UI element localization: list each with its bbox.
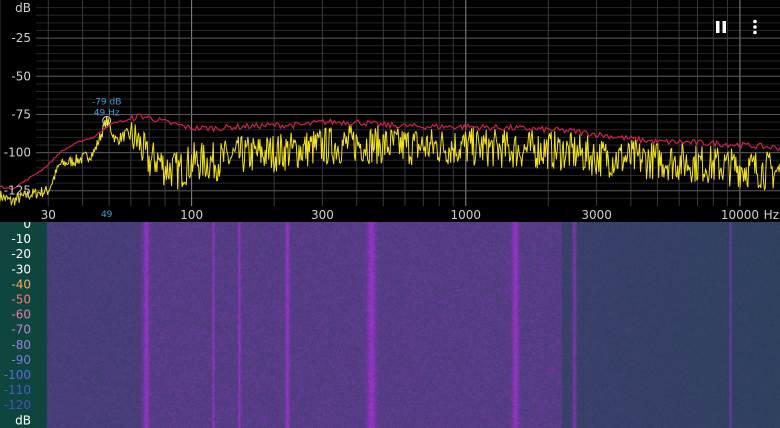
db-scale-label: -110 [4,383,31,397]
y-tick-label: -75 [11,107,31,121]
overflow-menu-button[interactable] [742,14,768,40]
peak-axis-label: 49 [101,210,113,220]
x-tick-label: 1000 [451,208,482,222]
peak-level-label: -79 dB [92,98,121,108]
x-tick-label: 30 [41,208,56,222]
db-scale-label: -100 [4,368,31,382]
spectrogram-db-scale: 0-10-20-30-40 -50-60-70-80-90-100-110-120… [4,222,31,427]
x-tick-label: 100 [180,208,203,222]
db-scale-label: -40 [11,277,31,291]
db-scale-label: -20 [11,247,31,261]
db-scale-label: -120 [4,398,31,412]
db-scale-label: dB [15,413,31,427]
spectrogram [0,222,780,428]
peak-freq-label: 49 Hz [94,109,120,119]
x-tick-label: 10000 [721,208,759,222]
db-scale-label: -50 [11,293,31,307]
more-vert-icon [753,19,757,35]
db-scale-label: -70 [11,323,31,337]
pause-icon [716,21,726,33]
y-tick-label: -125 [4,184,31,198]
pause-button[interactable] [708,14,734,40]
y-axis-unit: dB [15,1,31,15]
spectrum-chart[interactable]: -79 dB49 Hz 49 -25 -50 -75 -100 -125 dB 30 100 30… [0,0,780,222]
db-scale-label: -60 [11,308,31,322]
y-tick-label: -25 [11,31,31,45]
spectrum-analyzer-app: -79 dB 49 Hz 49 -25 -50 -75 -100 -125 dB 30 100 30… [0,0,780,428]
db-scale-label: -30 [11,262,31,276]
x-axis-unit: Hz [764,208,779,222]
db-scale-label: 0 [23,222,31,231]
db-scale-label: -80 [11,338,31,352]
x-tick-label: 3000 [581,208,612,222]
db-scale-label: -90 [11,353,31,367]
y-tick-label: -100 [4,146,31,160]
x-tick-label: 300 [311,208,334,222]
db-scale-label: -10 [11,232,31,246]
y-tick-label: -50 [11,69,31,83]
